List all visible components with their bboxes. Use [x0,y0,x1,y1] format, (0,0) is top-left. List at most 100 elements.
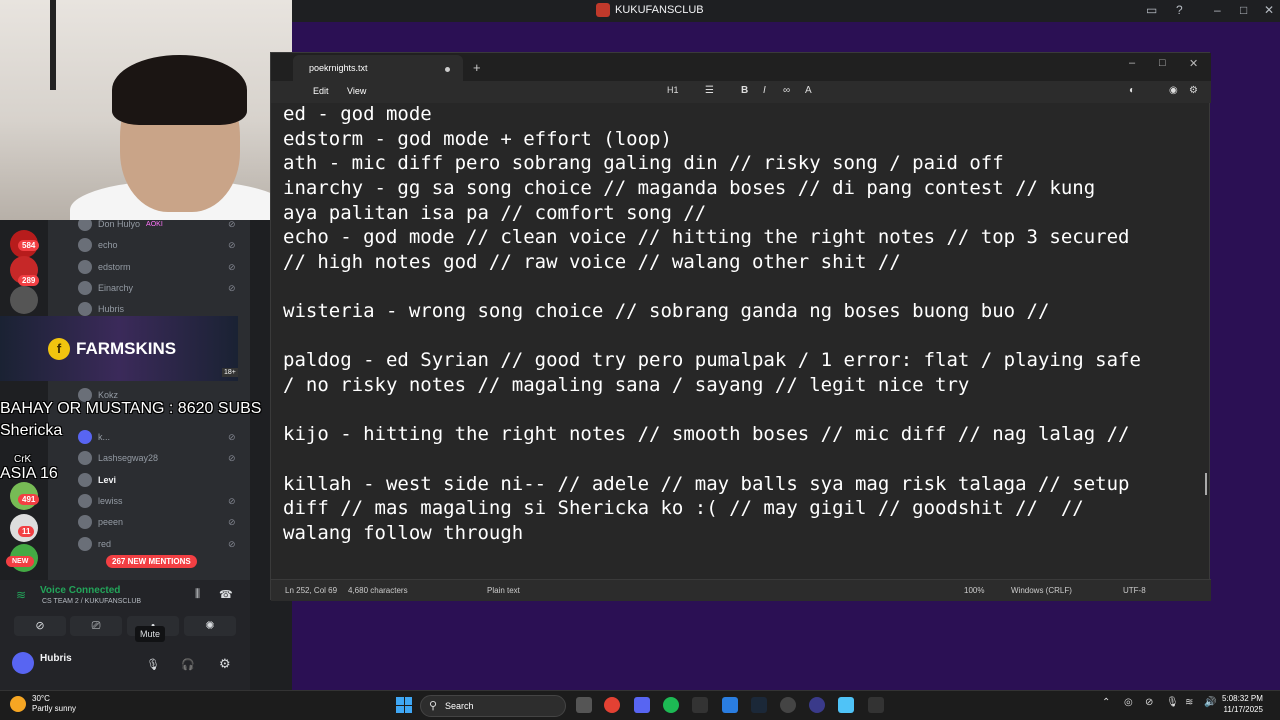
text-line: walang follow through [283,522,524,544]
clock[interactable]: 5:08:32 PM 11/17/2025 [1222,693,1263,715]
volume-icon[interactable]: 🔊 [1204,697,1216,708]
text-line: paldog - ed Syrian // good try pero puma… [283,349,1141,371]
text-line: ath - mic diff pero sobrang galing din /… [283,152,1004,174]
list-item[interactable]: echo ⊘ [78,235,236,255]
text-line: kijo - hitting the right notes // smooth… [283,423,1130,445]
line-ending: Windows (CRLF) [1011,586,1072,595]
discord-icon[interactable] [634,697,650,713]
clear-format-icon[interactable]: A [805,85,812,96]
account-icon[interactable]: ◉ [1169,85,1178,96]
headphones-icon[interactable]: 🎧 [181,658,195,671]
new-tab-button[interactable]: + [473,60,481,75]
new-mentions-pill[interactable]: 267 NEW MENTIONS [106,555,197,568]
screen-share-button[interactable]: ⎚ [70,616,122,636]
webcam-overlay [0,0,292,220]
effects-button[interactable]: ✺ [184,616,236,636]
server-logo-icon [596,3,610,17]
scrollbar[interactable] [1205,473,1207,495]
task-view-icon[interactable] [576,697,592,713]
steam-icon[interactable] [751,697,767,713]
unsaved-dot-icon[interactable] [445,67,450,72]
list-item[interactable]: Levi [78,470,116,490]
maximize-button[interactable]: □ [1159,57,1166,69]
inbox-icon[interactable]: ▭ [1146,3,1157,17]
app-icon[interactable] [809,697,825,713]
text-line: inarchy - gg sa song choice // maganda b… [283,177,1096,199]
list-item[interactable]: k... ⊘ [78,427,236,447]
text-editor[interactable]: ed - god mode edstorm - god mode + effor… [271,103,1211,579]
zoom-level[interactable]: 100% [964,586,984,595]
avatar [78,281,92,295]
mic-icon[interactable]: 🎙 [1166,697,1179,708]
settings-gear-icon[interactable]: ⚙ [219,656,231,672]
list-item[interactable]: peeen ⊘ [78,512,236,532]
search-icon: ⚲ [429,700,438,712]
unread-badge: 584 [18,240,40,251]
minimize-button[interactable]: – [1214,3,1221,17]
format-label: Plain text [487,586,520,595]
list-item[interactable]: lewiss ⊘ [78,491,236,511]
list-item[interactable]: Einarchy ⊘ [78,278,236,298]
menu-view[interactable]: View [347,86,366,96]
farmskins-ad: f FARMSKINS 18+ [0,316,238,381]
text-line: aya palitan isa pa // comfort song // [283,202,707,224]
list-icon[interactable]: ☰ [705,85,714,96]
text-line: edstorm - god mode + effort (loop) [283,128,672,150]
close-button[interactable]: ✕ [1189,57,1198,70]
close-button[interactable]: ✕ [1264,3,1274,17]
chrome-icon[interactable] [604,697,620,713]
disconnect-icon[interactable]: ☎ [219,588,233,601]
heading-dropdown[interactable]: H1 [667,85,679,95]
avatar [78,494,92,508]
bold-icon[interactable]: B [741,85,748,96]
overlay-subs: BAHAY OR MUSTANG : 8620 SUBS [0,400,262,417]
camera-button[interactable]: ⊘ [14,616,66,636]
app-icon[interactable] [692,697,708,713]
wifi-icon[interactable]: ≋ [1185,697,1193,708]
spotify-icon[interactable] [663,697,679,713]
server-icon[interactable] [10,286,38,314]
weather-widget[interactable]: 30°C Partly sunny [10,694,76,714]
link-icon[interactable]: ∞ [783,85,790,96]
tab-file[interactable]: poekrnights.txt [293,55,463,81]
notifications-off-icon[interactable]: ⊘ [1145,697,1153,708]
mic-icon[interactable]: 🎙 [146,658,160,671]
app-icon[interactable] [780,697,796,713]
notepad-icon[interactable] [838,697,854,713]
copilot-icon[interactable]: ◐ [1129,85,1135,96]
signal-icon[interactable]: ≋ [16,588,26,602]
soundboard-icon[interactable]: ⫼ [195,588,200,601]
status-bar: Ln 252, Col 69 4,680 characters Plain te… [271,579,1211,601]
tab-bar: poekrnights.txt + – □ ✕ [271,53,1211,81]
maximize-button[interactable]: □ [1240,3,1247,17]
encoding: UTF-8 [1123,586,1146,595]
tray-overflow-icon[interactable]: ⌃ [1102,697,1110,708]
list-item[interactable]: Lashsegway28 ⊘ [78,448,236,468]
search-box[interactable]: ⚲ Search [420,695,566,717]
char-count: 4,680 characters [348,586,408,595]
app-icon[interactable] [722,697,738,713]
muted-mic-icon: ⊘ [228,516,236,527]
sun-icon [10,696,26,712]
farmskins-logo-icon: f [48,338,70,360]
list-item[interactable]: red ⊘ [78,534,236,554]
mute-tooltip: Mute [135,626,166,642]
unread-badge: 491 [18,494,40,505]
new-pill[interactable]: NEW [6,556,35,567]
menu-edit[interactable]: Edit [313,86,329,96]
list-item[interactable]: edstorm ⊘ [78,257,236,277]
avatar[interactable] [12,652,34,674]
italic-icon[interactable]: I [763,85,766,96]
overlay-name: Shericka [0,422,63,439]
muted-mic-icon: ⊘ [228,261,236,272]
help-icon[interactable]: ? [1176,3,1183,17]
text-line: echo - god mode // clean voice // hittin… [283,226,1130,248]
app-icon[interactable] [868,697,884,713]
settings-gear-icon[interactable]: ⚙ [1189,85,1198,96]
text-line: / no risky notes // magaling sana / saya… [283,374,970,396]
muted-mic-icon: ⊘ [228,431,236,442]
avatar [78,515,92,529]
start-button[interactable] [396,697,412,713]
minimize-button[interactable]: – [1129,57,1135,69]
network-icon[interactable]: ◎ [1124,697,1133,708]
